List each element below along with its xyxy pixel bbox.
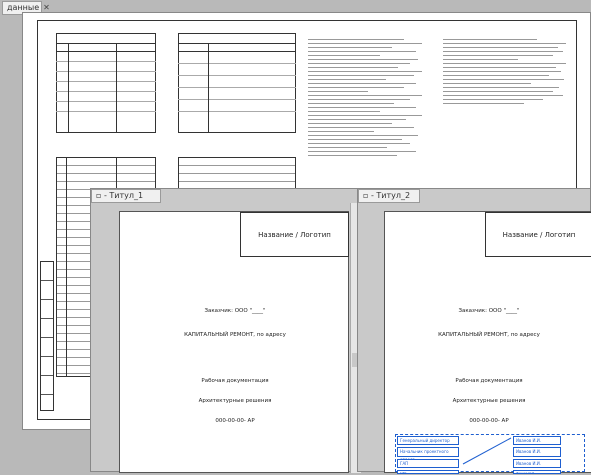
sign-name-3[interactable]: Иванов И.И. <box>513 459 561 468</box>
leader-line <box>462 437 512 465</box>
sign-name-2[interactable]: Иванов И.И. <box>513 447 561 457</box>
tab-label: данные <box>7 3 40 12</box>
sign-role-3[interactable]: ГАП <box>397 459 459 468</box>
notes-column-1 <box>308 35 428 205</box>
arch-text: Архитектурные решения <box>198 398 272 404</box>
docs-text: Рабочая документация <box>455 378 523 384</box>
page: Название / Логотип Заказчик: ООО "____" … <box>384 211 591 475</box>
document-icon: ▫ <box>96 191 102 200</box>
sign-role-4[interactable]: ГИП <box>397 470 459 475</box>
tab-title: - Титул_1 <box>103 191 144 200</box>
sign-name-4[interactable]: Иванов И.И. <box>513 470 561 475</box>
sign-role-2[interactable]: Начальник проектного отдела <box>397 447 459 462</box>
table-2 <box>178 33 296 133</box>
document-icon: ▫ <box>363 191 369 200</box>
table-1 <box>56 33 156 133</box>
arch-text: Архитектурные решения <box>452 398 526 404</box>
repair-text: КАПИТАЛЬНЫЙ РЕМОНТ, по адресу <box>184 332 286 338</box>
tab-title: - Титул_2 <box>370 191 411 200</box>
notes-column-2 <box>443 35 568 145</box>
customer-text: Заказчик: ООО "____" <box>458 308 520 314</box>
page: Название / Логотип Заказчик: ООО "____" … <box>119 211 349 473</box>
stamp-box: Название / Логотип <box>240 212 349 257</box>
code-text: 000-00-00- АР <box>469 418 509 424</box>
close-icon[interactable]: ✕ <box>43 3 50 12</box>
customer-text: Заказчик: ООО "____" <box>204 308 266 314</box>
tab-titul-2[interactable]: ▫ - Титул_2 <box>358 189 420 203</box>
layout-window-2[interactable]: ▫ - Титул_2 Название / Логотип Заказчик:… <box>357 188 591 475</box>
tab-titul-1[interactable]: ▫ - Титул_1 <box>91 189 161 203</box>
side-strip <box>40 261 54 411</box>
sign-name-1[interactable]: Иванов И.И. <box>513 436 561 445</box>
repair-text: КАПИТАЛЬНЫЙ РЕМОНТ, по адресу <box>438 332 540 338</box>
sign-role-1[interactable]: Генеральный директор <box>397 436 459 445</box>
docs-text: Рабочая документация <box>201 378 269 384</box>
stamp-box: Название / Логотип <box>485 212 591 257</box>
layout-window-1[interactable]: ▫ - Титул_1 Название / Логотип Заказчик:… <box>90 188 361 473</box>
code-text: 000-00-00- АР <box>215 418 255 424</box>
